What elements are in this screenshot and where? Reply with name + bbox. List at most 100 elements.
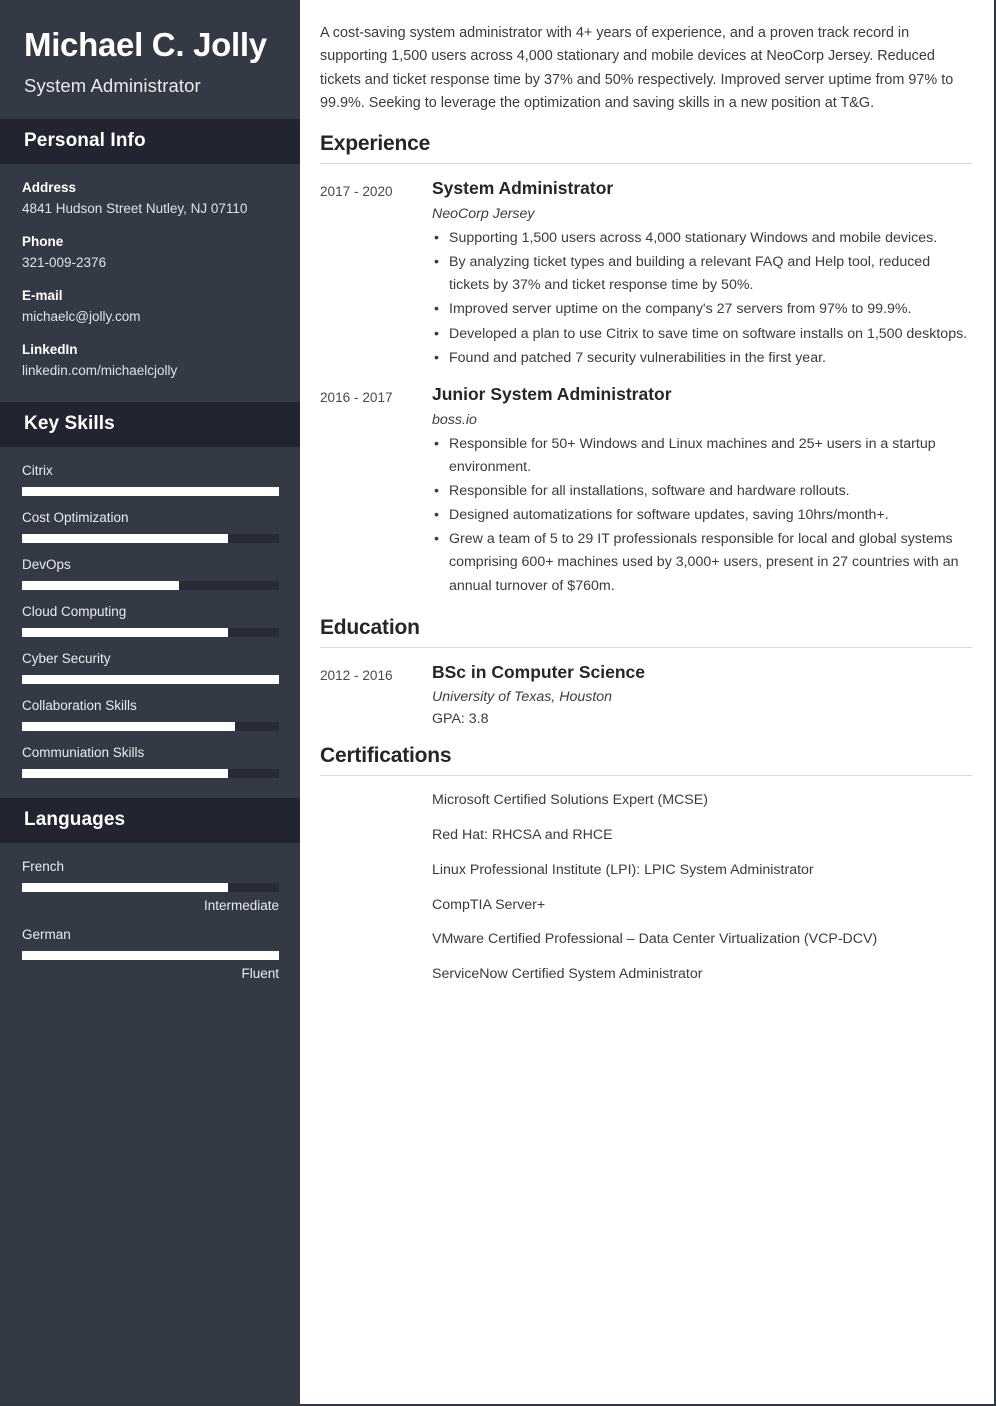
skill-meter bbox=[22, 533, 279, 543]
candidate-name: Michael C. Jolly bbox=[24, 26, 267, 63]
skill-label: Cost Optimization bbox=[22, 509, 129, 525]
info-value[interactable]: linkedin.com/michaelcjolly bbox=[22, 361, 278, 382]
certification-item: CompTIA Server+ bbox=[432, 896, 546, 913]
section-divider bbox=[320, 163, 972, 165]
bullet-item: Responsible for 50+ Windows and Linux ma… bbox=[432, 433, 972, 479]
skill-meter bbox=[22, 674, 279, 684]
language-meter-fill bbox=[22, 950, 279, 960]
skill-meter-fill bbox=[22, 486, 279, 496]
profile-summary: A cost-saving system administrator with … bbox=[320, 25, 954, 111]
info-label: E-mail bbox=[22, 287, 63, 303]
skill-row: Citrix bbox=[22, 462, 279, 496]
personal-info-list: Address 4841 Hudson Street Nutley, NJ 07… bbox=[0, 164, 300, 402]
experience-entry: 2017 - 2020 System Administrator NeoCorp… bbox=[320, 177, 972, 371]
certification-item: VMware Certified Professional – Data Cen… bbox=[432, 931, 878, 948]
certification-item: Red Hat: RHCSA and RHCE bbox=[432, 827, 613, 844]
skill-meter bbox=[22, 580, 279, 590]
skill-label: Communiation Skills bbox=[22, 744, 145, 760]
entry-dates: 2016 - 2017 bbox=[320, 389, 393, 405]
entry-role: System Administrator bbox=[432, 178, 614, 199]
skill-row: DevOps bbox=[22, 556, 279, 590]
skill-row: Communiation Skills bbox=[22, 744, 279, 778]
key-skills-heading: Key Skills bbox=[0, 401, 300, 447]
section-divider bbox=[320, 646, 972, 648]
bullet-item: By analyzing ticket types and building a… bbox=[432, 251, 972, 297]
gpa-value: GPA: 3.8 bbox=[432, 711, 489, 728]
skill-label: DevOps bbox=[22, 556, 71, 572]
info-item-phone: Phone 321-009-2376 bbox=[22, 234, 278, 274]
bullet-item: Supporting 1,500 users across 4,000 stat… bbox=[432, 227, 972, 250]
identity-block: Michael C. Jolly System Administrator bbox=[0, 0, 300, 119]
skill-row: Collaboration Skills bbox=[22, 697, 279, 731]
skill-label: Cyber Security bbox=[22, 650, 111, 666]
section-divider bbox=[320, 775, 972, 777]
certifications-heading: Certifications bbox=[320, 744, 452, 768]
skill-meter bbox=[22, 486, 279, 496]
languages-heading: Languages bbox=[0, 797, 300, 843]
skill-label: Citrix bbox=[22, 462, 53, 478]
info-item-linkedin: LinkedIn linkedin.com/michaelcjolly bbox=[22, 342, 278, 382]
entry-dates: 2012 - 2016 bbox=[320, 667, 393, 683]
language-label: German bbox=[22, 926, 71, 942]
skill-meter bbox=[22, 768, 279, 778]
key-skills-list: Citrix Cost Optimization DevOps Cloud Co… bbox=[0, 447, 300, 798]
skill-meter-fill bbox=[22, 580, 179, 590]
info-item-email: E-mail michaelc@jolly.com bbox=[22, 288, 278, 328]
bullet-item: Designed automatizations for software up… bbox=[432, 504, 972, 527]
certification-item: ServiceNow Certified System Administrato… bbox=[432, 965, 703, 982]
skill-meter bbox=[22, 627, 279, 637]
certification-item: Microsoft Certified Solutions Expert (MC… bbox=[432, 792, 708, 809]
sidebar: Michael C. Jolly System Administrator Pe… bbox=[0, 0, 300, 1404]
bullet-item: Responsible for all installations, softw… bbox=[432, 480, 972, 503]
info-label: Phone bbox=[22, 233, 64, 249]
skill-meter-fill bbox=[22, 627, 228, 637]
education-section: Education 2012 - 2016 BSc in Computer Sc… bbox=[320, 615, 972, 728]
language-proficiency: Intermediate bbox=[203, 897, 279, 913]
skill-meter-fill bbox=[22, 533, 228, 543]
experience-entry: 2016 - 2017 Junior System Administrator … bbox=[320, 383, 972, 599]
entry-organization: NeoCorp Jersey bbox=[432, 206, 535, 223]
language-row: German Fluent bbox=[22, 926, 279, 981]
degree-title: BSc in Computer Science bbox=[432, 661, 645, 682]
entry-dates: 2017 - 2020 bbox=[320, 184, 393, 200]
main-content: A cost-saving system administrator with … bbox=[300, 0, 994, 1404]
language-row: French Intermediate bbox=[22, 858, 279, 913]
skill-row: Cloud Computing bbox=[22, 603, 279, 637]
skill-row: Cyber Security bbox=[22, 650, 279, 684]
skill-meter-fill bbox=[22, 768, 228, 778]
skill-meter-fill bbox=[22, 721, 236, 731]
bullet-item: Developed a plan to use Citrix to save t… bbox=[432, 323, 972, 346]
resume-page: Michael C. Jolly System Administrator Pe… bbox=[0, 0, 996, 1406]
language-meter bbox=[22, 950, 279, 960]
info-item-address: Address 4841 Hudson Street Nutley, NJ 07… bbox=[22, 180, 278, 220]
entry-role: Junior System Administrator bbox=[432, 383, 672, 404]
candidate-job-title: System Administrator bbox=[24, 74, 201, 96]
entry-body: BSc in Computer Science University of Te… bbox=[432, 661, 972, 728]
entry-body: System Administrator NeoCorp Jersey Supp… bbox=[432, 177, 972, 371]
education-heading: Education bbox=[320, 615, 420, 639]
certifications-list: Microsoft Certified Solutions Expert (MC… bbox=[320, 789, 972, 985]
experience-heading: Experience bbox=[320, 132, 431, 156]
language-meter-fill bbox=[22, 882, 228, 892]
skill-row: Cost Optimization bbox=[22, 509, 279, 543]
languages-list: French Intermediate German Fluent bbox=[0, 843, 300, 1001]
bullet-item: Grew a team of 5 to 29 IT professionals … bbox=[432, 528, 972, 597]
personal-info-heading: Personal Info bbox=[0, 118, 300, 164]
school-name: University of Texas, Houston bbox=[432, 689, 613, 706]
language-label: French bbox=[22, 858, 65, 874]
info-label: Address bbox=[22, 179, 77, 195]
info-value: 4841 Hudson Street Nutley, NJ 07110 bbox=[22, 200, 248, 216]
entry-bullets: Supporting 1,500 users across 4,000 stat… bbox=[432, 227, 972, 370]
entry-bullets: Responsible for 50+ Windows and Linux ma… bbox=[432, 433, 972, 598]
language-meter bbox=[22, 882, 279, 892]
skill-label: Cloud Computing bbox=[22, 603, 127, 619]
bullet-item: Found and patched 7 security vulnerabili… bbox=[432, 347, 972, 370]
entry-organization: boss.io bbox=[432, 411, 477, 428]
info-value[interactable]: michaelc@jolly.com bbox=[22, 307, 278, 328]
bullet-item: Improved server uptime on the company's … bbox=[432, 298, 972, 321]
skill-label: Collaboration Skills bbox=[22, 697, 137, 713]
certification-item: Linux Professional Institute (LPI): LPIC… bbox=[432, 861, 814, 878]
info-label: LinkedIn bbox=[22, 341, 78, 357]
language-proficiency: Fluent bbox=[241, 965, 279, 981]
entry-body: Junior System Administrator boss.io Resp… bbox=[432, 383, 972, 599]
